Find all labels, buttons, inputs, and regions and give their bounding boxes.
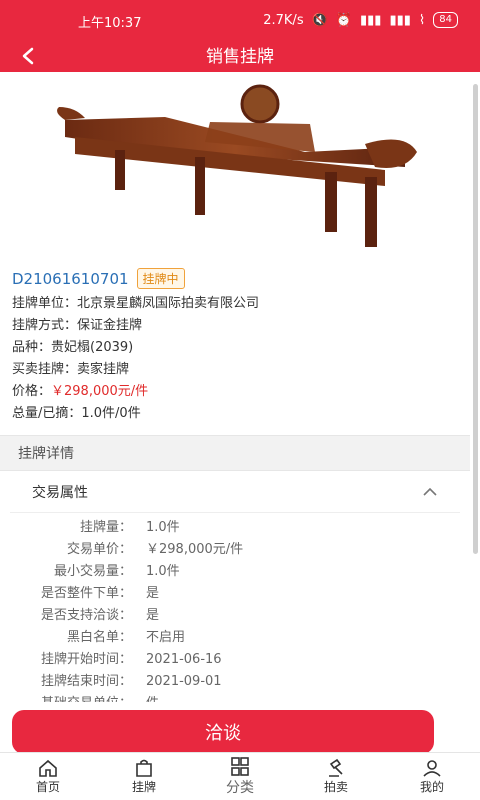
list-item: 最小交易量： 1.0件	[53, 564, 180, 579]
page-title: 销售挂牌	[206, 47, 274, 67]
tab-bar: 首页 挂牌 分类 拍卖 我的	[0, 752, 480, 800]
gavel-icon	[325, 758, 347, 778]
list-item: 挂牌结束时间： 2021-09-01	[40, 674, 222, 689]
list-item: 是否整件下单：是	[40, 586, 160, 601]
list-item: 基础交易单位：件	[0, 693, 470, 702]
list-item: 挂牌开始时间： 2021-06-16	[40, 652, 222, 667]
accordion-trade-attributes[interactable]: 交易属性	[10, 471, 460, 513]
tab-mine[interactable]: 我的	[384, 753, 480, 800]
status-badge: 挂牌中	[136, 268, 185, 289]
battery-icon: 84	[433, 12, 458, 28]
tab-label: 首页	[35, 780, 60, 794]
listing-trade: 买卖挂牌：卖家挂牌	[12, 362, 130, 377]
list-item: 是否支持洽谈：是	[40, 608, 160, 623]
navbar: 销售挂牌	[0, 40, 480, 72]
tab-label: 我的	[419, 780, 444, 794]
listing-method: 挂牌方式：保证金挂牌	[12, 318, 143, 333]
code-row: D21061610701 挂牌中	[12, 268, 458, 289]
tab-category[interactable]: 分类	[192, 753, 288, 800]
status-time: 上午10:37	[78, 16, 142, 31]
mute-icon: 🔇	[311, 12, 328, 28]
listing-info: D21061610701 挂牌中 挂牌单位：北京景星麟凤国际拍卖有限公司 挂牌方…	[0, 262, 470, 435]
listing-variety: 品种：贵妃榻(2039)	[12, 340, 134, 355]
signal-icon-2: ▮▮▮	[389, 12, 411, 28]
attribute-list: 挂牌量： 1.0件 交易单价： ￥298,000元/件 最小交易量： 1.0件 是否整…	[0, 513, 470, 702]
accordion-title: 交易属性	[32, 484, 88, 501]
scrollbar[interactable]	[473, 84, 478, 554]
listing-unit: 挂牌单位：北京景星麟凤国际拍卖有限公司	[12, 296, 260, 311]
list-item: 挂牌量： 1.0件	[79, 520, 180, 535]
chevron-up-icon	[423, 487, 437, 496]
tab-label: 分类	[226, 779, 254, 796]
negotiate-button[interactable]: 洽谈	[12, 710, 434, 754]
tab-label: 拍卖	[323, 780, 348, 794]
home-icon	[37, 758, 59, 778]
section-header-detail: 挂牌详情	[0, 435, 470, 471]
price-value: ￥298,000元/件	[51, 384, 149, 399]
status-right: 2.7K/s 🔇 ⏰ ▮▮▮ ▮▮▮ ⌇ 84	[263, 12, 458, 28]
signal-icon: ▮▮▮	[359, 12, 382, 28]
user-icon	[421, 758, 443, 778]
list-item: 交易单价： ￥298,000元/件	[66, 542, 244, 557]
price-label: 价格：	[12, 384, 52, 399]
listing-total: 总量/已摘：1.0件/0件	[12, 406, 141, 421]
net-speed: 2.7K/s	[263, 12, 304, 28]
bag-icon	[133, 758, 155, 778]
tab-home[interactable]: 首页	[0, 753, 96, 800]
content-scroll[interactable]: D21061610701 挂牌中 挂牌单位：北京景星麟凤国际拍卖有限公司 挂牌方…	[0, 72, 470, 702]
wifi-icon: ⌇	[418, 12, 426, 28]
status-bar: 上午10:37 2.7K/s 🔇 ⏰ ▮▮▮ ▮▮▮ ⌇ 84	[0, 0, 480, 40]
grid-icon	[229, 756, 251, 777]
product-image	[0, 72, 470, 262]
tab-label: 挂牌	[131, 780, 156, 794]
list-item: 黑白名单： 不启用	[66, 630, 186, 645]
tab-listing[interactable]: 挂牌	[96, 753, 192, 800]
tab-auction[interactable]: 拍卖	[288, 753, 384, 800]
alarm-icon: ⏰	[335, 12, 352, 28]
listing-price-row: 价格：￥298,000元/件	[12, 381, 458, 403]
listing-code: D21061610701	[12, 269, 129, 288]
